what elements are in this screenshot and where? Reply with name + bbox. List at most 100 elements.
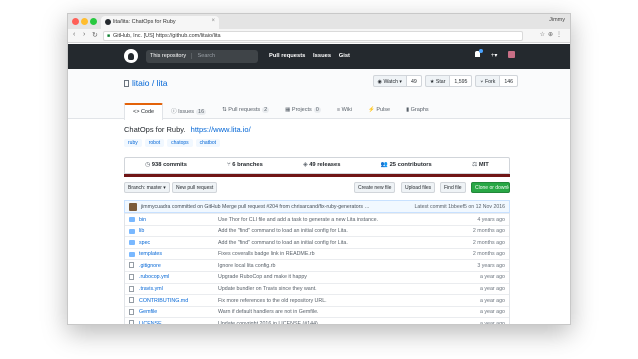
notification-bell-icon[interactable] [475,49,484,57]
watch-label[interactable]: ◉ Watch ▾ [372,75,408,87]
file-commit-message[interactable]: Update copyright 2016 in LICENSE (#144) [218,321,448,324]
tab-pull-requests-label: ⇅ Pull requests [222,107,261,113]
homepage-link[interactable]: https://www.lita.io/ [191,125,251,134]
maximize-window-button[interactable] [90,18,97,25]
file-row[interactable]: bin Use Thor for CLI file and add a task … [125,213,509,225]
file-commit-message[interactable]: Warn if default handlers are not in Gemf… [218,309,448,315]
file-row[interactable]: .travis.yml Update bundler on Travis sinc… [125,282,509,295]
tab-issues[interactable]: ⓘ Issues 16 [163,103,214,120]
clone-download-button[interactable]: Clone or download ▾ [471,182,510,193]
repo-nav: <> Code ⓘ Issues 16 ⇅ Pull requests 2 ▦ Pr… [124,103,437,120]
branches-link[interactable]: ⑂ 6 branches [227,162,263,173]
file-name[interactable]: spec [139,240,150,246]
fork-count[interactable]: 146 [500,75,518,87]
file-commit-message[interactable]: Update bundler on Travis since they want… [218,286,448,292]
file-age: 2 months ago [472,251,505,258]
browser-tab[interactable]: lita/lita: ChatOps for Ruby × [101,16,219,29]
close-window-button[interactable] [72,18,79,25]
file-row[interactable]: CONTRIBUTING.md Fix more references to th… [125,294,509,306]
upload-files-button[interactable]: Upload files [401,182,436,193]
commit-message[interactable]: jimmycuadra committed on GitHub Merge pu… [141,204,370,210]
tab-pulse[interactable]: ⚡ Pulse [360,103,398,120]
file-commit-message[interactable]: Ignore local lita config.rb [218,263,448,269]
close-tab-icon[interactable]: × [211,18,215,24]
tab-projects-label: ▦ Projects [285,107,312,113]
file-name[interactable]: .gitignore [139,263,161,269]
contributors-link[interactable]: 👥 25 contributors [381,162,432,173]
watch-button[interactable]: ◉ Watch ▾ 49 [372,75,422,87]
file-icon [129,320,134,324]
file-row[interactable]: .rubocop.yml Upgrade RuboCop and make it … [125,270,509,283]
repo-header: litaio / lita ◉ Watch ▾ 49 ★ Star 1,595 … [68,69,570,120]
topic-tag[interactable]: chatops [167,139,193,147]
file-commit-message[interactable]: Add the "find" command to load an initia… [218,240,448,246]
latest-commit-info[interactable]: Latest commit 1bbeef5 on 12 Nov 2016 [414,204,505,210]
file-row[interactable]: spec Add the "find" command to load an in… [125,236,509,248]
file-navigation: Branch: master ▾ New pull request Create… [124,182,510,195]
language-bar[interactable] [124,174,510,177]
tab-pulse-label: ⚡ Pulse [367,107,391,113]
tab-title: lita/lita: ChatOps for Ruby [113,19,176,25]
tab-issues-label: ⓘ Issues [171,109,195,115]
find-file-button[interactable]: Find file [440,182,466,193]
tab-graphs[interactable]: ▮ Graphs [398,103,437,120]
fork-label[interactable]: ⑂ Fork [475,75,501,87]
header-user-actions: +▾ [475,49,515,59]
committer-avatar[interactable] [129,203,137,211]
url-input[interactable]: ■ GitHub, Inc. [US] https://github.com/l… [103,31,523,41]
file-commit-message[interactable]: Add the "find" command to load an initia… [218,228,448,234]
watch-count[interactable]: 49 [407,75,422,87]
forward-icon[interactable]: › [83,31,85,38]
reload-icon[interactable]: ↻ [92,31,98,39]
file-row[interactable]: Gemfile Warn if default handlers are not … [125,305,509,318]
nav-issues[interactable]: Issues [313,53,331,59]
commits-link[interactable]: ◷ 938 commits [145,162,187,173]
file-name[interactable]: lib [139,228,144,234]
file-name[interactable]: LICENSE [139,321,162,324]
file-commit-message[interactable]: Fix more references to the old repositor… [218,298,448,304]
file-name[interactable]: .rubocop.yml [139,274,169,280]
create-new-file-button[interactable]: Create new file [354,182,396,193]
branch-select-button[interactable]: Branch: master ▾ [124,182,170,193]
file-row[interactable]: templates Fixes coveralls badge link in R… [125,247,509,260]
repo-title[interactable]: litaio / lita [124,78,167,88]
releases-link[interactable]: ◈ 49 releases [303,162,340,173]
file-commit-message[interactable]: Upgrade RuboCop and make it happy [218,274,448,280]
search-input[interactable]: This repository Search [146,50,258,63]
tab-pull-requests[interactable]: ⇅ Pull requests 2 [214,103,277,120]
star-label[interactable]: ★ Star [424,75,451,87]
topic-tag[interactable]: robot [144,139,165,147]
create-new-menu[interactable]: +▾ [491,53,498,59]
nav-gist[interactable]: Gist [339,53,350,59]
file-row[interactable]: .gitignore Ignore local lita config.rb 3 y… [125,259,509,271]
user-avatar[interactable] [508,51,515,58]
file-age: 3 years ago [477,262,505,269]
file-name[interactable]: .travis.yml [139,286,163,292]
star-count[interactable]: 1,595 [450,75,473,87]
file-name[interactable]: CONTRIBUTING.md [139,298,188,304]
file-row[interactable]: lib Add the "find" command to load an ini… [125,224,509,237]
github-logo-icon[interactable] [124,49,138,63]
file-commit-message[interactable]: Use Thor for CLI file and add a task to … [218,217,448,223]
minimize-window-button[interactable] [81,18,88,25]
browser-menu-icon[interactable]: ☆⊕⋮ [540,31,565,38]
star-button[interactable]: ★ Star 1,595 [424,75,473,87]
fork-button[interactable]: ⑂ Fork 146 [475,75,518,87]
topic-tag[interactable]: ruby [124,139,142,147]
back-icon[interactable]: ‹ [73,31,75,38]
file-commit-message[interactable]: Fixes coveralls badge link in README.rb [218,251,448,257]
file-name[interactable]: bin [139,217,146,223]
github-favicon-icon [105,19,111,25]
topic-tag[interactable]: chatbot [195,139,221,147]
file-name[interactable]: templates [139,251,162,257]
file-row[interactable]: LICENSE Update copyright 2016 in LICENSE … [125,317,509,324]
tab-code[interactable]: <> Code [124,103,164,120]
profile-name[interactable]: Jimmy [549,17,565,23]
tab-wiki[interactable]: ≡ Wiki [329,103,360,120]
tab-projects[interactable]: ▦ Projects 0 [277,103,329,120]
license-link[interactable]: ⚖ MIT [472,162,489,173]
new-pull-request-button[interactable]: New pull request [172,182,218,193]
file-name[interactable]: Gemfile [139,309,157,315]
nav-pull-requests[interactable]: Pull requests [269,53,305,59]
license-name: MIT [478,162,489,168]
